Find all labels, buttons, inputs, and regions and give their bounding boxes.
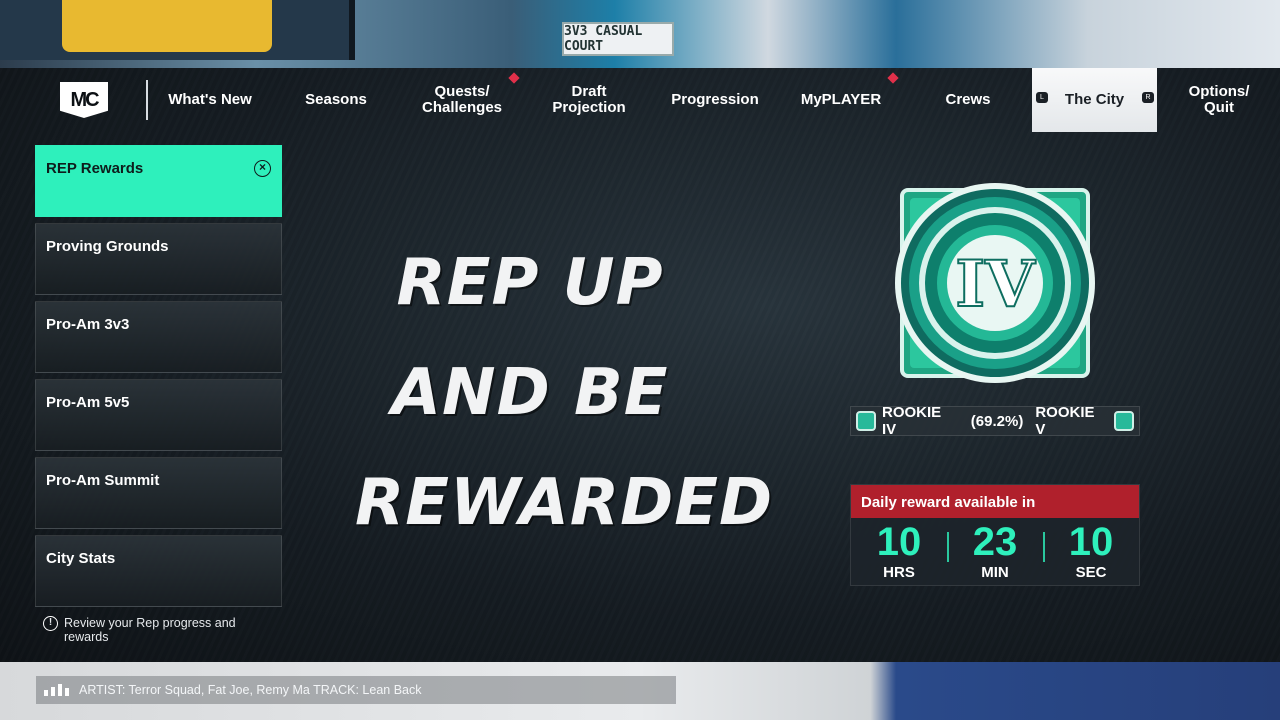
- timer-hours: 10 HRS: [851, 518, 947, 587]
- tab-draft-projection[interactable]: Draft Projection: [525, 68, 653, 132]
- tab-crews[interactable]: Crews: [904, 68, 1032, 132]
- seconds-label: SEC: [1075, 564, 1107, 581]
- tab-whats-new[interactable]: What's New: [146, 68, 274, 132]
- top-nav: MC What's New Seasons Quests/ Challenges…: [0, 68, 1280, 132]
- menu-item-label: Proving Grounds: [46, 238, 169, 255]
- menu-item-city-stats[interactable]: City Stats: [35, 535, 282, 607]
- menu-item-rep-rewards[interactable]: REP Rewards ×: [35, 145, 282, 217]
- rookie-iv-badge-icon: [856, 411, 876, 431]
- hero-line-3: REWARDED: [355, 466, 774, 540]
- daily-reward-timer: Daily reward available in 10 HRS 23 MIN …: [850, 484, 1140, 586]
- menu-item-label: Pro-Am Summit: [46, 472, 160, 489]
- info-icon: !: [43, 616, 58, 631]
- menu-item-label: Pro-Am 3v3: [46, 316, 130, 333]
- rank-progress-percent: (69.2%): [970, 412, 1024, 430]
- hero-line-2: AND BE: [391, 356, 669, 430]
- tab-quests-challenges[interactable]: Quests/ Challenges: [398, 68, 526, 132]
- rep-badge-icon: IV: [895, 183, 1095, 383]
- background-jersey-screen: [0, 0, 355, 60]
- court-sign: 3V3 CASUAL COURT: [562, 22, 674, 56]
- rank-progress: ROOKIE IV (69.2%) ROOKIE V: [850, 404, 1140, 438]
- current-rank: ROOKIE IV: [882, 404, 942, 438]
- menu-hint: ! Review your Rep progress and rewards: [43, 616, 263, 644]
- now-playing-bar: ARTIST: Terror Squad, Fat Joe, Remy Ma T…: [36, 676, 676, 704]
- timer-seconds: 10 SEC: [1043, 518, 1139, 587]
- hours-label: HRS: [883, 564, 915, 581]
- hint-text: Review your Rep progress and rewards: [64, 616, 236, 644]
- menu-item-pro-am-5v5[interactable]: Pro-Am 5v5: [35, 379, 282, 451]
- seconds-value: 10: [1068, 520, 1114, 564]
- next-rank: ROOKIE V: [1035, 404, 1095, 438]
- hero-headline: REP UP AND BE REWARDED: [355, 228, 774, 558]
- minutes-label: MIN: [981, 564, 1009, 581]
- menu-item-proving-grounds[interactable]: Proving Grounds: [35, 223, 282, 295]
- tab-seasons[interactable]: Seasons: [272, 68, 400, 132]
- rep-badge: IV: [890, 178, 1100, 388]
- timer-title: Daily reward available in: [851, 485, 1139, 518]
- close-icon[interactable]: ×: [254, 160, 271, 177]
- menu-item-pro-am-summit[interactable]: Pro-Am Summit: [35, 457, 282, 529]
- rookie-v-badge-icon: [1114, 411, 1134, 431]
- badge-numeral: IV: [955, 247, 1036, 322]
- now-playing-text: ARTIST: Terror Squad, Fat Joe, Remy Ma T…: [79, 683, 422, 697]
- tab-the-city[interactable]: The City: [1032, 68, 1157, 132]
- tab-progression[interactable]: Progression: [651, 68, 779, 132]
- tab-options-quit[interactable]: Options/ Quit: [1158, 68, 1280, 132]
- menu-item-label: City Stats: [46, 550, 116, 567]
- timer-minutes: 23 MIN: [947, 518, 1043, 587]
- tab-myplayer[interactable]: MyPLAYER: [777, 68, 905, 132]
- menu-item-label: Pro-Am 5v5: [46, 394, 130, 411]
- minutes-value: 23: [972, 520, 1018, 564]
- menu-item-pro-am-3v3[interactable]: Pro-Am 3v3: [35, 301, 282, 373]
- menu-item-label: REP Rewards: [46, 160, 144, 177]
- mycareer-logo: MC: [60, 82, 108, 118]
- hours-value: 10: [876, 520, 922, 564]
- right-bumper-icon: R: [1142, 92, 1154, 103]
- left-bumper-icon: L: [1036, 92, 1048, 103]
- hero-line-1: REP UP: [396, 246, 664, 320]
- equalizer-icon: [44, 684, 69, 696]
